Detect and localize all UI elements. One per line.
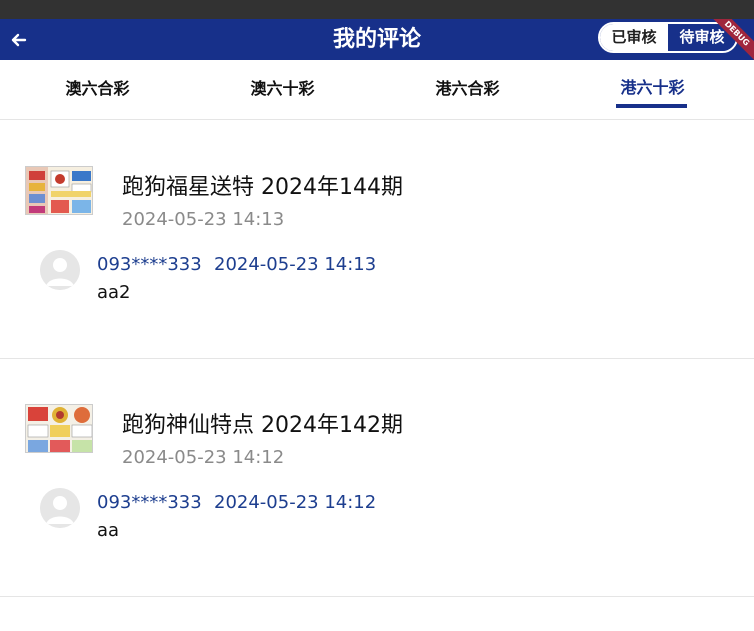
status-bar (0, 0, 754, 19)
comment-card: 跑狗福星送特 2024年144期 2024-05-23 14:13 093***… (0, 121, 754, 359)
post-time: 2024-05-23 14:13 (122, 209, 285, 230)
tab-hk-six-ten[interactable]: 港六十彩 (595, 60, 710, 120)
comment-username: 093****333 (97, 492, 202, 513)
tab-macau-mark-six[interactable]: 澳六合彩 (40, 60, 155, 120)
comment-text: aa (97, 520, 120, 541)
arrow-left-icon (11, 33, 27, 47)
post-thumbnail[interactable] (25, 166, 93, 215)
post-thumbnail[interactable] (25, 404, 93, 453)
comment-card: 跑狗神仙特点 2024年142期 2024-05-23 14:12 093***… (0, 359, 754, 597)
comment-time: 2024-05-23 14:13 (214, 254, 377, 275)
comment-text: aa2 (97, 282, 131, 303)
tab-indicator (616, 104, 687, 108)
lottery-tab-bar: 澳六合彩 澳六十彩 港六合彩 港六十彩 (0, 60, 754, 120)
tab-macau-six-ten[interactable]: 澳六十彩 (225, 60, 340, 120)
post-thumbnail-image (26, 167, 92, 214)
user-avatar-icon (40, 250, 80, 290)
tab-hk-mark-six[interactable]: 港六合彩 (410, 60, 525, 120)
comment-username: 093****333 (97, 254, 202, 275)
approved-toggle-button[interactable]: 已审核 (600, 24, 668, 51)
user-avatar-icon (40, 488, 80, 528)
comment-time: 2024-05-23 14:12 (214, 492, 377, 513)
post-title[interactable]: 跑狗福星送特 2024年144期 (122, 169, 403, 201)
review-status-toggle: 已审核 待审核 (598, 22, 738, 53)
post-title[interactable]: 跑狗神仙特点 2024年142期 (122, 407, 403, 439)
pending-toggle-button[interactable]: 待审核 (668, 24, 736, 51)
post-thumbnail-image (26, 405, 92, 452)
post-time: 2024-05-23 14:12 (122, 447, 285, 468)
back-button[interactable] (6, 27, 32, 53)
